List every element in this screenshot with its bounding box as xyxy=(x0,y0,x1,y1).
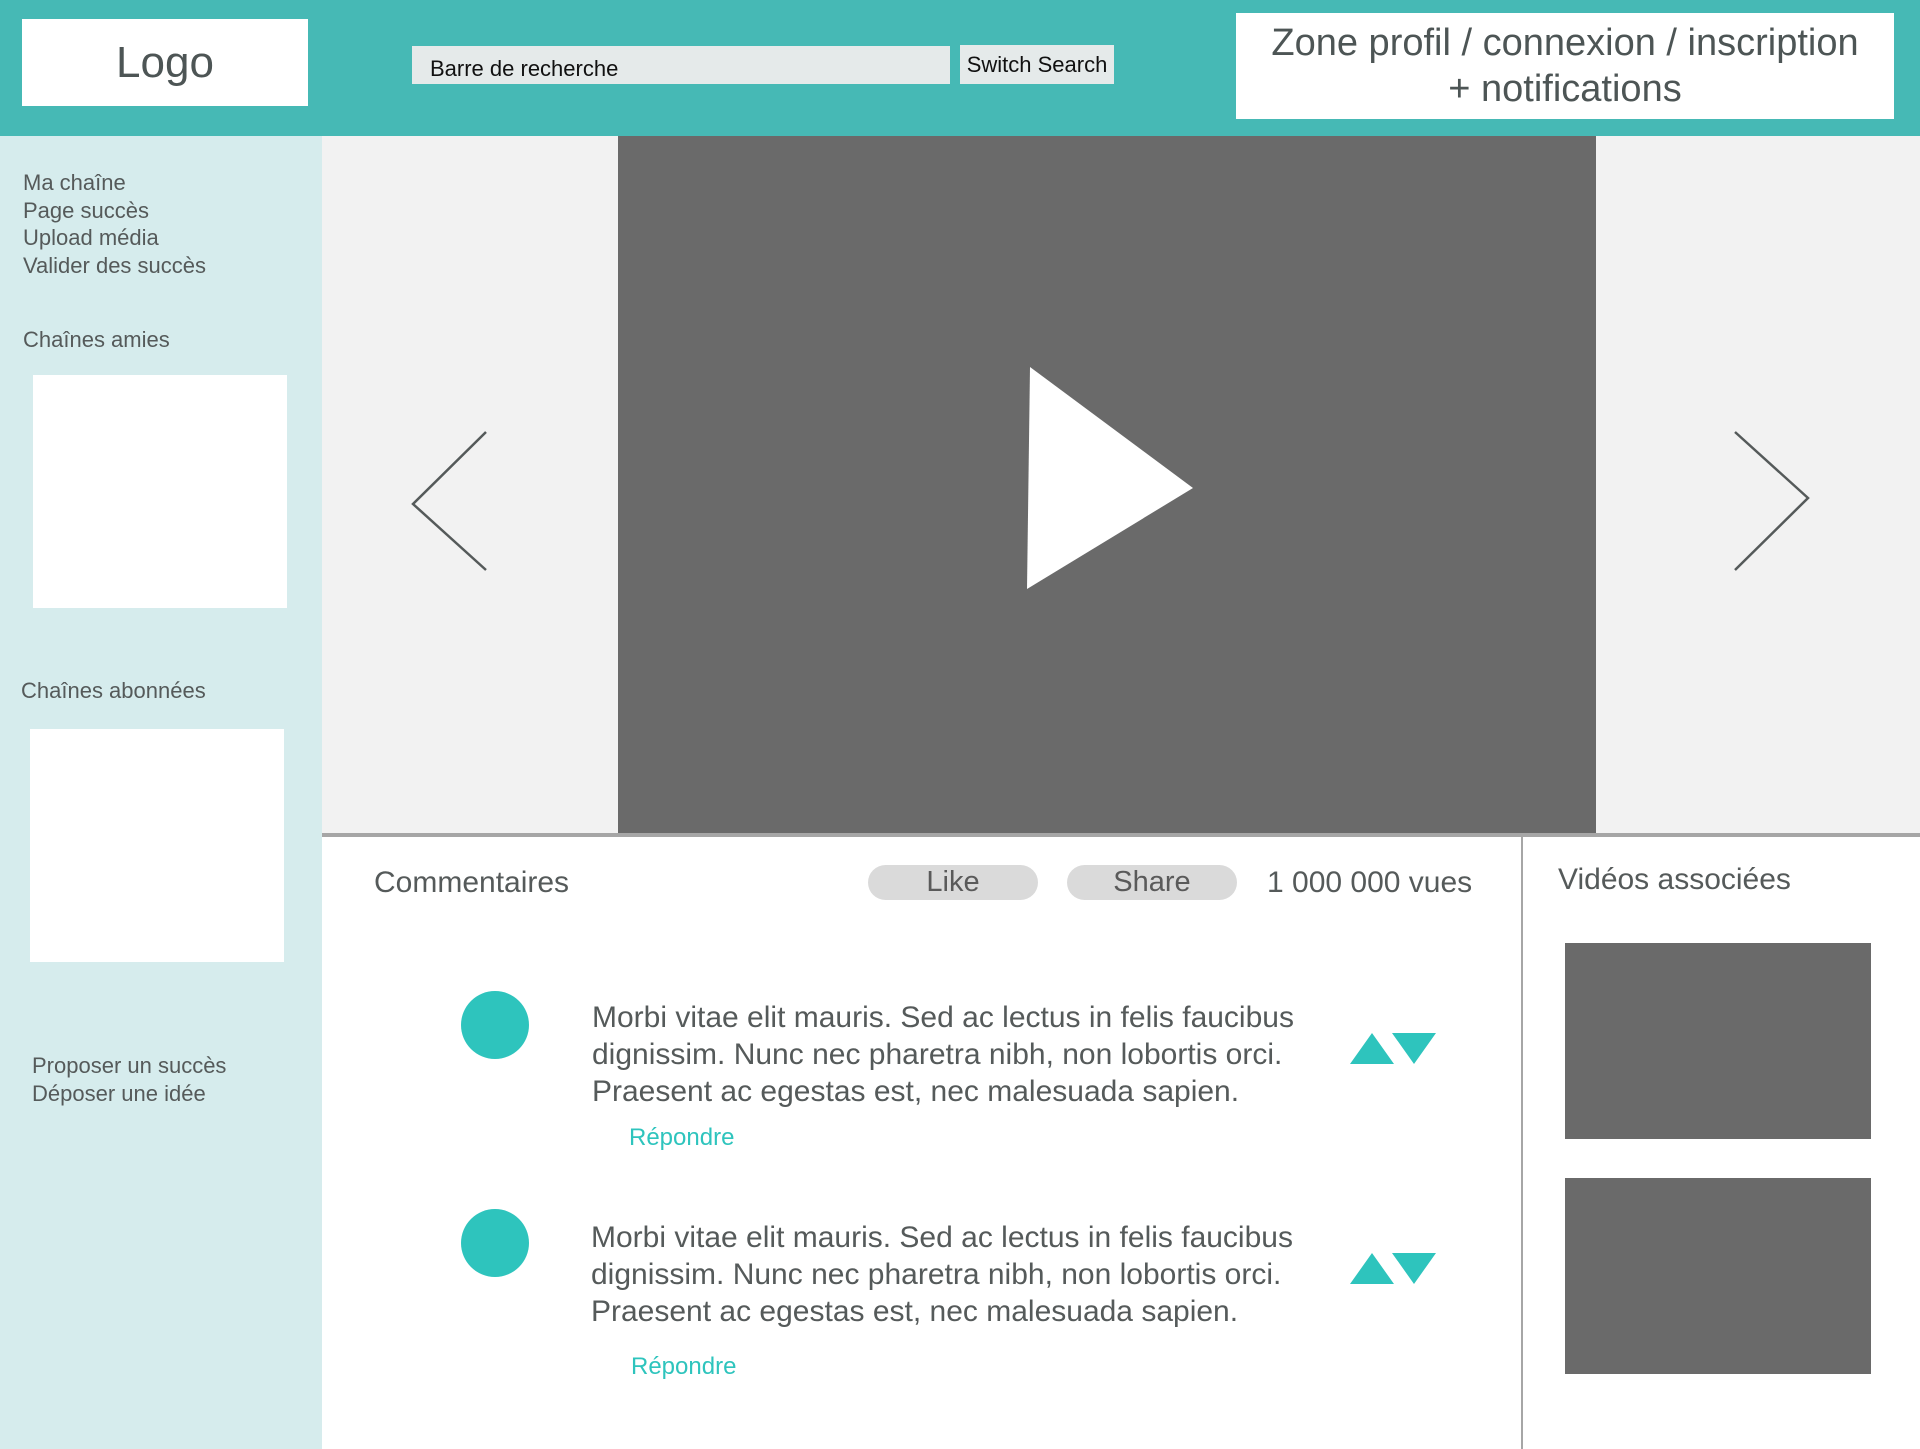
upvote-icon[interactable] xyxy=(1350,1033,1394,1065)
comment-line: Morbi vitae elit mauris. Sed ac lectus i… xyxy=(591,1221,1293,1254)
friends-channels-panel[interactable] xyxy=(33,375,287,608)
like-button[interactable]: Like xyxy=(868,865,1038,900)
notifications-label: + notifications xyxy=(1448,68,1682,110)
sidebar-item-my-channel[interactable]: Ma chaîne xyxy=(23,170,126,196)
downvote-icon[interactable] xyxy=(1392,1253,1436,1285)
upvote-icon[interactable] xyxy=(1350,1253,1394,1285)
avatar[interactable] xyxy=(461,1209,529,1277)
sidebar-item-upload-media[interactable]: Upload média xyxy=(23,225,159,251)
sidebar-item-validate-achievements[interactable]: Valider des succès xyxy=(23,253,206,279)
related-videos-heading: Vidéos associées xyxy=(1558,863,1791,896)
related-divider xyxy=(1521,837,1523,1449)
share-button[interactable]: Share xyxy=(1067,865,1237,900)
logo[interactable]: Logo xyxy=(22,19,308,106)
chevron-left-icon[interactable] xyxy=(408,430,488,572)
sidebar-item-propose-achievement[interactable]: Proposer un succès xyxy=(32,1053,226,1079)
related-video-thumbnail[interactable] xyxy=(1565,943,1871,1139)
switch-search-button[interactable]: Switch Search xyxy=(960,45,1114,84)
top-header: Logo Switch Search Zone profil / connexi… xyxy=(0,0,1920,136)
comments-heading: Commentaires xyxy=(374,866,570,899)
sidebar-item-achievements-page[interactable]: Page succès xyxy=(23,198,149,224)
comment-text: Morbi vitae elit mauris. Sed ac lectus i… xyxy=(592,999,1352,1110)
view-count: 1 000 000 vues xyxy=(1267,866,1473,899)
friends-channels-heading: Chaînes amies xyxy=(23,327,170,352)
video-player[interactable] xyxy=(618,136,1596,833)
chevron-right-icon[interactable] xyxy=(1732,430,1812,572)
content-divider xyxy=(322,833,1920,837)
play-icon[interactable] xyxy=(1027,367,1197,591)
reply-link[interactable]: Répondre xyxy=(629,1124,734,1152)
subscribed-channels-panel[interactable] xyxy=(30,729,284,962)
comment-line: Morbi vitae elit mauris. Sed ac lectus i… xyxy=(592,1001,1294,1034)
reply-link[interactable]: Répondre xyxy=(631,1353,736,1381)
downvote-icon[interactable] xyxy=(1392,1033,1436,1065)
subscribed-channels-heading: Chaînes abonnées xyxy=(21,678,206,703)
comment-text: Morbi vitae elit mauris. Sed ac lectus i… xyxy=(591,1219,1351,1330)
search-input[interactable] xyxy=(412,46,950,84)
sidebar-item-submit-idea[interactable]: Déposer une idée xyxy=(32,1081,206,1107)
comment-line: dignissim. Nunc nec pharetra nibh, non l… xyxy=(592,1038,1283,1071)
sidebar: Ma chaîne Page succès Upload média Valid… xyxy=(0,136,322,1449)
comment-line: dignissim. Nunc nec pharetra nibh, non l… xyxy=(591,1258,1282,1291)
comment-line: Praesent ac egestas est, nec malesuada s… xyxy=(591,1295,1239,1328)
profile-zone[interactable]: Zone profil / connexion / inscription + … xyxy=(1236,13,1894,119)
related-video-thumbnail[interactable] xyxy=(1565,1178,1871,1374)
comment-line: Praesent ac egestas est, nec malesuada s… xyxy=(592,1075,1240,1108)
profile-zone-label: Zone profil / connexion / inscription xyxy=(1271,22,1859,64)
avatar[interactable] xyxy=(461,991,529,1059)
